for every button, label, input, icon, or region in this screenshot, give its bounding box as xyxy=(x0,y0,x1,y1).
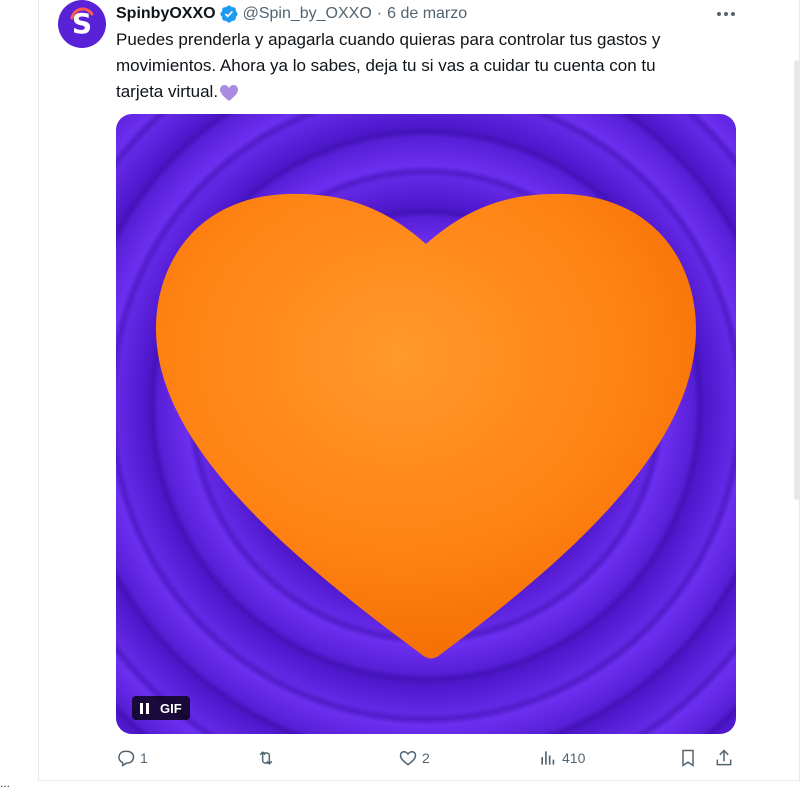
reply-count: 1 xyxy=(140,750,148,766)
orange-heart-image xyxy=(156,193,696,659)
analytics-icon xyxy=(541,751,555,765)
bookmark-button[interactable] xyxy=(678,748,698,768)
views-count: 410 xyxy=(562,750,586,766)
tweet-date[interactable]: 6 de marzo xyxy=(387,5,467,23)
heart-icon xyxy=(399,750,417,766)
share-button[interactable] xyxy=(714,748,734,768)
gif-label: GIF xyxy=(160,700,182,716)
tweet-text-line: tarjeta virtual. xyxy=(116,79,716,105)
tweet-actions: 1 2 410 xyxy=(116,748,740,774)
reply-icon xyxy=(118,750,135,767)
avatar[interactable]: S xyxy=(58,0,106,48)
more-dot-icon xyxy=(724,12,728,16)
scrollbar[interactable] xyxy=(794,60,800,500)
author-name[interactable]: SpinbyOXXO xyxy=(116,5,216,23)
retweet-icon xyxy=(259,751,273,765)
gif-media[interactable] xyxy=(116,114,736,734)
tweet-text: Puedes prenderla y apagarla cuando quier… xyxy=(116,27,716,105)
share-icon xyxy=(716,749,732,766)
like-count: 2 xyxy=(422,750,430,766)
verified-badge-icon xyxy=(220,5,238,23)
tweet-text-line: movimientos. Ahora ya lo sabes, deja tu … xyxy=(116,56,656,75)
tweet-text-line: Puedes prenderla y apagarla cuando quier… xyxy=(116,30,661,49)
separator-dot: · xyxy=(376,5,383,22)
retweet-button[interactable] xyxy=(256,748,280,768)
purple-heart-icon xyxy=(220,84,239,101)
avatar-arc-icon xyxy=(70,7,94,20)
author-handle[interactable]: @Spin_by_OXXO xyxy=(243,5,372,23)
more-dot-icon xyxy=(731,12,735,16)
gif-badge[interactable]: GIF xyxy=(132,696,190,720)
views-button[interactable]: 410 xyxy=(538,748,585,768)
tweet-text-segment: tarjeta virtual. xyxy=(116,82,219,101)
more-options-button[interactable] xyxy=(714,4,738,24)
tweet-header: SpinbyOXXO @Spin_by_OXXO · 6 de marzo xyxy=(116,2,467,26)
more-dot-icon xyxy=(717,12,721,16)
pause-icon[interactable] xyxy=(140,702,152,714)
bookmark-icon xyxy=(682,749,694,767)
reply-button[interactable]: 1 xyxy=(116,748,148,768)
like-button[interactable]: 2 xyxy=(398,748,430,768)
